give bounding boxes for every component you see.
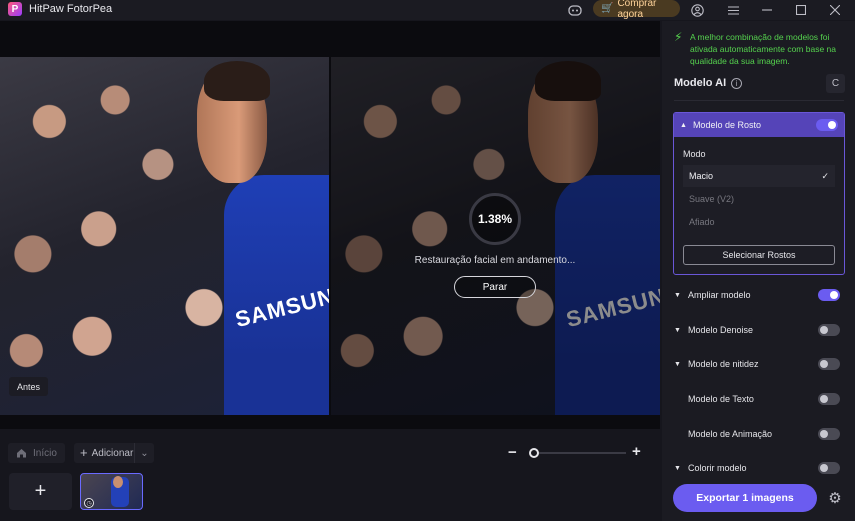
- plus-icon: +: [34, 480, 47, 502]
- caret-down-icon: ▼: [674, 291, 681, 299]
- check-icon: ✓: [821, 170, 829, 181]
- before-label: Antes: [9, 377, 49, 396]
- colorize-model-row[interactable]: ▼ Colorir modelo: [674, 458, 844, 478]
- app-window: P HitPaw FotorPea 🛒 Comprar agora SAMSUN…: [0, 0, 855, 521]
- player-hair: [203, 60, 270, 101]
- image-thumbnail[interactable]: ◷: [80, 473, 143, 510]
- caret-down-icon: ▼: [674, 464, 681, 472]
- home-icon: [17, 449, 26, 458]
- buy-now-label: Comprar agora: [617, 0, 657, 20]
- progress-indicator: 1.38%: [469, 193, 521, 245]
- select-faces-button[interactable]: Selecionar Rostos: [683, 245, 835, 265]
- ai-model-title: Modelo AI i: [674, 77, 743, 89]
- export-button[interactable]: Exportar 1 imagens: [673, 484, 817, 512]
- gear-icon[interactable]: ⚙: [826, 489, 844, 507]
- minimize-icon[interactable]: [758, 1, 776, 19]
- clock-icon: ◷: [84, 498, 94, 508]
- mode-option-label: Afiado: [689, 217, 715, 227]
- progress-status-text: Restauração facial em andamento...: [414, 255, 576, 266]
- bolt-icon: ⚡: [674, 30, 683, 44]
- buy-now-button[interactable]: 🛒 Comprar agora: [593, 0, 680, 20]
- menu-icon[interactable]: [724, 1, 742, 19]
- info-icon[interactable]: i: [731, 77, 743, 89]
- plus-icon: +: [80, 445, 88, 460]
- upscale-model-row[interactable]: ▼ Ampliar modelo: [674, 285, 844, 305]
- sharpness-model-row[interactable]: ▼ Modelo de nitidez: [674, 354, 844, 374]
- home-label: Início: [33, 447, 57, 459]
- model-label: Modelo de Animação: [688, 429, 773, 439]
- discord-icon[interactable]: [566, 1, 584, 19]
- zoom-in-icon[interactable]: +: [632, 443, 641, 460]
- mode-option-soft[interactable]: Macio ✓: [683, 165, 835, 187]
- chevron-up-icon: ▲: [680, 121, 687, 129]
- before-image: SAMSUNG: [0, 57, 329, 415]
- model-label: Modelo Denoise: [688, 325, 754, 335]
- text-model-row[interactable]: Modelo de Texto: [674, 389, 844, 409]
- home-button[interactable]: Início: [8, 443, 65, 463]
- model-label: Ampliar modelo: [688, 290, 751, 300]
- model-label: Modelo de nitidez: [688, 359, 759, 369]
- add-label: Adicionar: [91, 447, 134, 459]
- caret-down-icon: ▼: [674, 326, 681, 334]
- progress-percent: 1.38%: [477, 212, 513, 226]
- settings-panel: ⚡ A melhor combinação de modelos foi ati…: [662, 21, 855, 521]
- thumbnail-head: [113, 476, 123, 488]
- account-icon[interactable]: [688, 1, 706, 19]
- sharpness-model-toggle[interactable]: [818, 358, 840, 370]
- zoom-slider-handle[interactable]: [529, 448, 539, 458]
- add-button[interactable]: + Adicionar: [74, 443, 140, 463]
- title-bar: P HitPaw FotorPea 🛒 Comprar agora: [0, 0, 855, 20]
- stop-button[interactable]: Parar: [454, 276, 536, 298]
- mode-label: Modo: [683, 149, 706, 159]
- face-model-label: Modelo de Rosto: [692, 120, 761, 130]
- cart-icon: 🛒: [601, 3, 614, 14]
- zoom-slider-track[interactable]: [532, 452, 626, 454]
- mode-option-label: Suave (V2): [689, 194, 735, 204]
- app-title: HitPaw FotorPea: [29, 3, 113, 15]
- colorize-model-toggle[interactable]: [818, 462, 840, 474]
- ai-model-label: Modelo AI: [674, 77, 727, 89]
- add-image-tile[interactable]: +: [9, 473, 72, 510]
- face-model-panel: ▲ Modelo de Rosto Modo Macio ✓ Suave (V2…: [673, 112, 845, 275]
- text-model-toggle[interactable]: [818, 393, 840, 405]
- face-model-toggle[interactable]: [816, 119, 838, 131]
- denoise-model-toggle[interactable]: [818, 324, 840, 336]
- mode-option-smooth-v2[interactable]: Suave (V2): [683, 188, 835, 210]
- animation-model-toggle[interactable]: [818, 428, 840, 440]
- mode-option-label: Macio: [689, 171, 714, 181]
- divider: [674, 100, 844, 101]
- model-label: Colorir modelo: [688, 463, 747, 473]
- app-logo: P: [8, 2, 22, 16]
- upscale-model-toggle[interactable]: [818, 289, 840, 301]
- maximize-icon[interactable]: [792, 1, 810, 19]
- auto-model-notice: ⚡ A melhor combinação de modelos foi ati…: [674, 31, 846, 67]
- mode-option-sharp[interactable]: Afiado: [683, 211, 835, 233]
- close-icon[interactable]: [826, 1, 844, 19]
- model-label: Modelo de Texto: [688, 394, 754, 404]
- denoise-model-row[interactable]: ▼ Modelo Denoise: [674, 320, 844, 340]
- notice-text: A melhor combinação de modelos foi ativa…: [690, 32, 837, 66]
- animation-model-row[interactable]: Modelo de Animação: [674, 424, 844, 444]
- zoom-out-icon[interactable]: −: [508, 444, 517, 461]
- refresh-icon: C: [831, 78, 840, 89]
- caret-down-icon: ▼: [674, 360, 681, 368]
- preview-area: SAMSUNG SAMSUNG 1.38% Restauração facial…: [0, 21, 660, 429]
- bottom-toolbar: Início + Adicionar ⌄ − + + ◷: [0, 431, 660, 521]
- chevron-down-icon: ⌄: [140, 447, 149, 459]
- add-dropdown-button[interactable]: ⌄: [134, 443, 154, 463]
- face-model-header[interactable]: ▲ Modelo de Rosto: [674, 113, 844, 137]
- reset-button[interactable]: C: [826, 74, 845, 93]
